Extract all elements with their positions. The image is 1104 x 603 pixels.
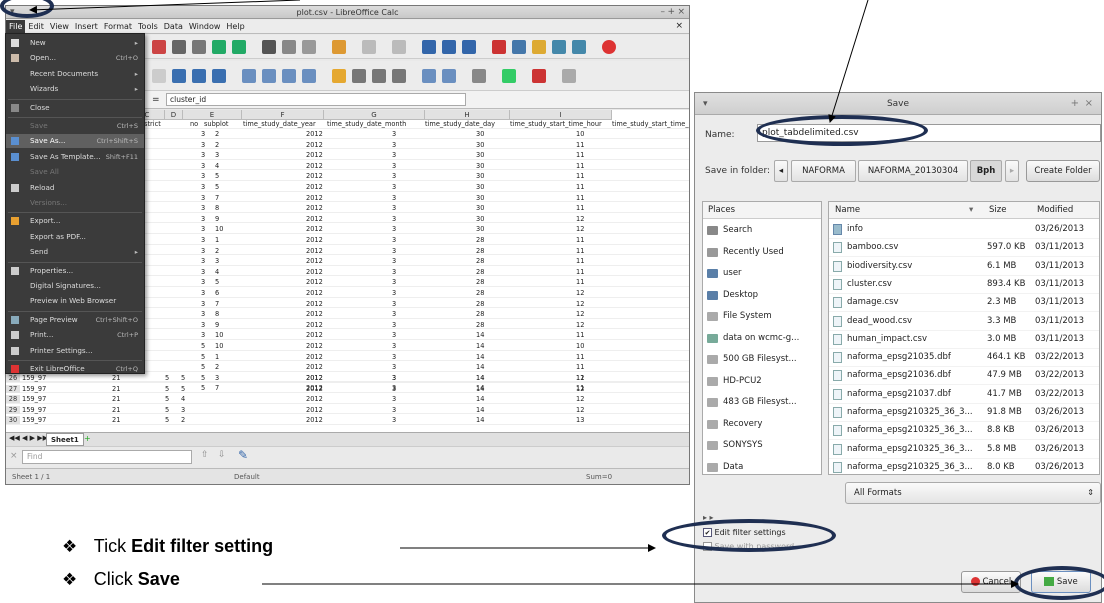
instruction-tick-prefix: Tick [93, 536, 132, 556]
instruction-click-prefix: Click [93, 569, 138, 589]
bullet-icon: ❖ [62, 537, 78, 557]
arrow-to-filename [828, 0, 869, 123]
instruction-click-target: Save [137, 569, 180, 589]
annotation-arrows [29, 0, 1019, 588]
bullet-icon: ❖ [62, 570, 78, 590]
instruction-click: ❖ Click Save [62, 569, 180, 590]
instruction-tick: ❖ Tick Edit filter setting [62, 536, 273, 557]
arrow-to-file-menu [29, 0, 301, 14]
instruction-tick-target: Edit filter setting [131, 536, 274, 556]
